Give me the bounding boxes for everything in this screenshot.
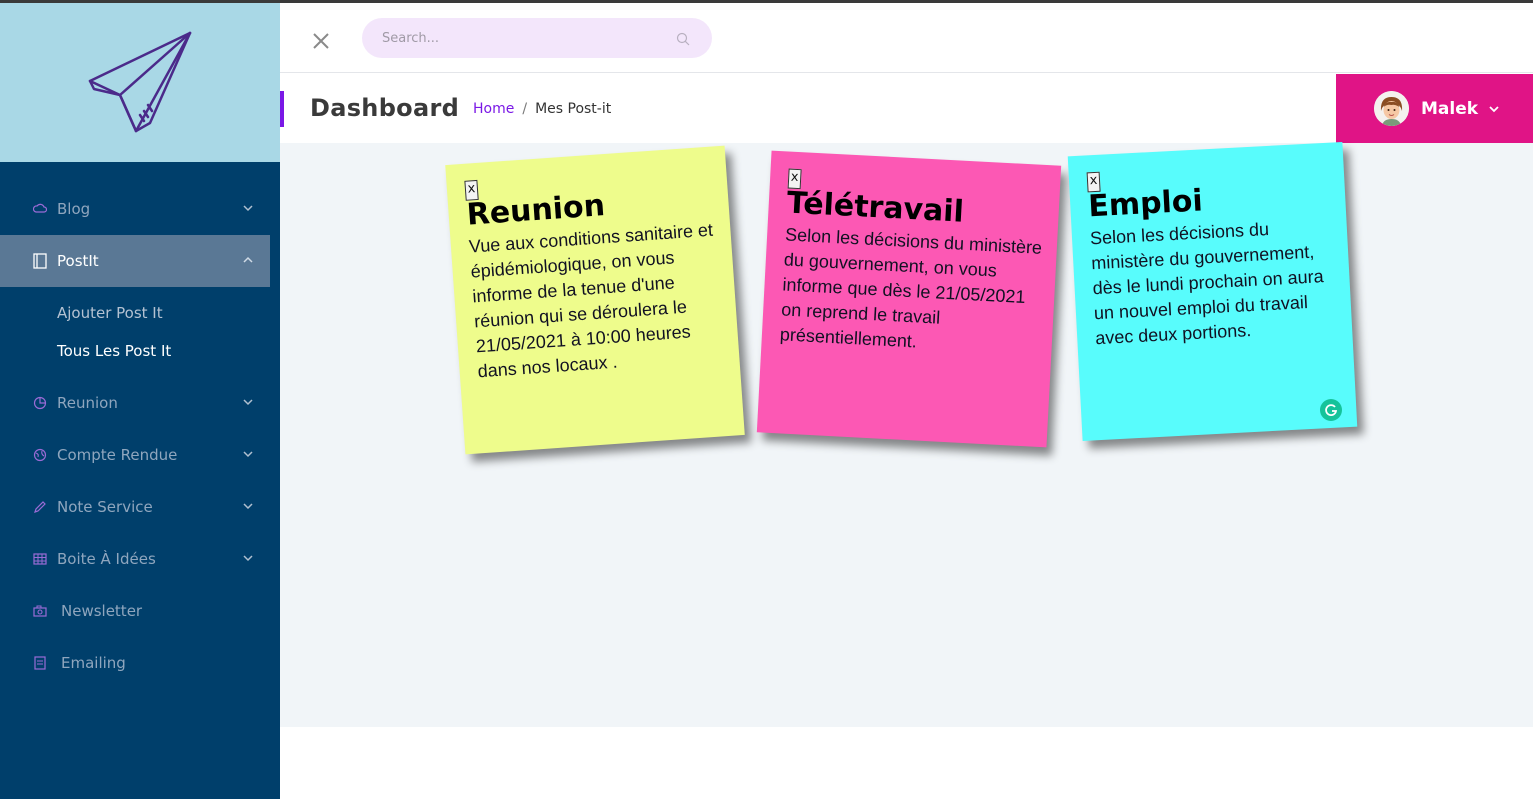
- user-menu-button[interactable]: Malek: [1336, 74, 1533, 143]
- page-title-bar: Dashboard Home / Mes Post-it Malek: [280, 74, 1533, 143]
- pen-icon: [32, 499, 48, 515]
- sidebar-item-label: Note Service: [57, 498, 153, 516]
- chevron-down-icon: [243, 451, 253, 458]
- paper-plane-logo-icon: [88, 31, 192, 133]
- chevron-down-icon: [243, 503, 253, 510]
- main-content: x Reunion Vue aux conditions sanitaire e…: [280, 141, 1533, 727]
- breadcrumb-current: Mes Post-it: [535, 101, 612, 117]
- breadcrumb-separator: /: [522, 101, 528, 117]
- title-accent-bar: [280, 91, 284, 127]
- logo-area[interactable]: [0, 3, 280, 162]
- globe-icon: [32, 447, 48, 463]
- postit-note[interactable]: x Reunion Vue aux conditions sanitaire e…: [445, 145, 745, 455]
- chevron-down-icon: [243, 205, 253, 212]
- sidebar-nav: Blog PostIt Ajouter Post It Tous Les Pos…: [0, 183, 280, 689]
- chevron-down-icon: [243, 399, 253, 406]
- close-icon[interactable]: [310, 30, 332, 52]
- sidebar-item-label: Boite À Idées: [57, 550, 156, 568]
- postit-note[interactable]: x Emploi Selon les décisions du ministèr…: [1067, 141, 1358, 442]
- chevron-down-icon: [1489, 105, 1499, 112]
- avatar: [1374, 91, 1409, 126]
- sidebar: Blog PostIt Ajouter Post It Tous Les Pos…: [0, 3, 280, 799]
- breadcrumb: Home / Mes Post-it: [473, 101, 611, 117]
- sidebar-item-postit[interactable]: PostIt: [0, 235, 270, 287]
- sidebar-item-label: Newsletter: [61, 602, 143, 620]
- sidebar-item-reunion[interactable]: Reunion: [0, 377, 280, 429]
- chevron-up-icon: [243, 256, 253, 263]
- sidebar-item-compte-rendue[interactable]: Compte Rendue: [0, 429, 280, 481]
- grammarly-icon[interactable]: [1320, 399, 1342, 421]
- sidebar-item-label: Reunion: [57, 394, 118, 412]
- sidebar-item-note-service[interactable]: Note Service: [0, 481, 280, 533]
- search-input[interactable]: [362, 18, 712, 58]
- sidebar-item-newsletter[interactable]: Newsletter: [0, 585, 280, 637]
- pie-chart-icon: [32, 395, 48, 411]
- sidebar-item-label: Compte Rendue: [57, 446, 178, 464]
- sidebar-subitem-ajouter-post-it[interactable]: Ajouter Post It: [0, 294, 280, 332]
- sidebar-subitem-tous-les-post-it[interactable]: Tous Les Post It: [0, 332, 280, 370]
- note-body: Selon les décisions du ministère du gouv…: [779, 224, 1043, 352]
- page-title: Dashboard: [310, 94, 460, 122]
- search-icon[interactable]: [676, 32, 690, 46]
- breadcrumb-home-link[interactable]: Home: [473, 101, 514, 117]
- postit-note[interactable]: x Télétravail Selon les décisions du min…: [756, 150, 1062, 448]
- user-name: Malek: [1421, 98, 1479, 119]
- sidebar-item-blog[interactable]: Blog: [0, 183, 280, 235]
- note-body: Selon les décisions du ministère du gouv…: [1089, 218, 1325, 349]
- sidebar-item-emailing[interactable]: Emailing: [0, 637, 280, 689]
- sidebar-item-label: PostIt: [57, 252, 99, 270]
- sidebar-item-label: Emailing: [61, 654, 126, 672]
- sidebar-item-boite-a-idees[interactable]: Boite À Idées: [0, 533, 280, 585]
- cloud-icon: [32, 201, 48, 217]
- notebook-icon: [32, 253, 48, 269]
- window-top-border: [0, 0, 1533, 3]
- chevron-down-icon: [243, 555, 253, 562]
- sidebar-item-label: Blog: [57, 200, 91, 218]
- note-body: Vue aux conditions sanitaire et épidémio…: [468, 219, 714, 382]
- camera-icon: [32, 603, 48, 619]
- grid-icon: [32, 551, 48, 567]
- top-header: [280, 3, 1533, 73]
- document-icon: [32, 655, 48, 671]
